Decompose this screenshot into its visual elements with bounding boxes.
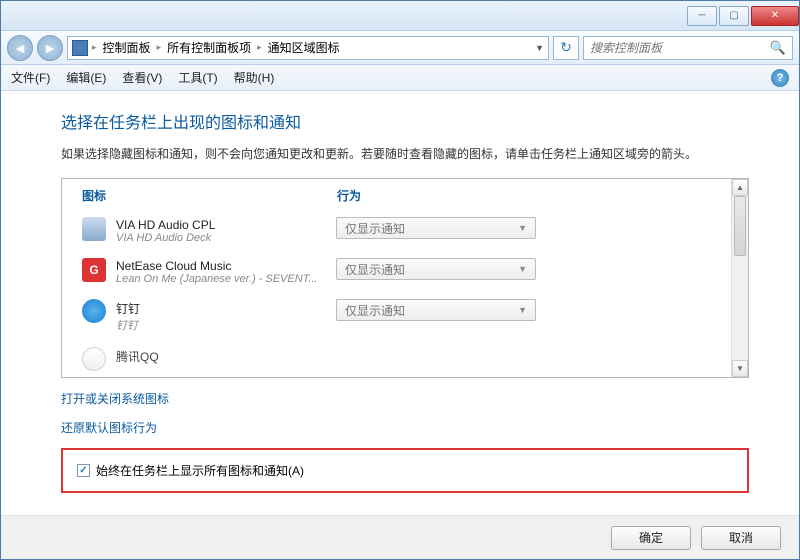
behavior-select[interactable]: 仅显示通知 ▼	[336, 217, 536, 239]
navbar: ◄ ► ▸ 控制面板 ▸ 所有控制面板项 ▸ 通知区域图标 ▼ ↻ 🔍	[1, 31, 799, 65]
behavior-cell: 仅显示通知 ▼	[336, 217, 728, 239]
scroll-down-button[interactable]: ▼	[732, 360, 748, 377]
behavior-cell: 仅显示通知 ▼	[336, 299, 728, 321]
item-text: NetEase Cloud Music Lean On Me (Japanese…	[116, 258, 336, 285]
list-item: 钉钉 钉钉 仅显示通知 ▼	[82, 292, 728, 340]
checkbox-always-show[interactable]: ✓	[77, 464, 90, 477]
item-name: 钉钉	[116, 300, 336, 317]
item-subtext: Lean On Me (Japanese ver.) - SEVENT...	[116, 273, 326, 285]
app-icon-qq	[82, 347, 106, 371]
item-name: VIA HD Audio CPL	[116, 218, 336, 232]
header-icon-column: 图标	[82, 187, 337, 204]
breadcrumb-item[interactable]: 控制面板	[101, 39, 153, 56]
chevron-right-icon: ▸	[157, 42, 162, 53]
item-name: 腾讯QQ	[116, 348, 336, 365]
control-panel-window: ─ ▢ ✕ ◄ ► ▸ 控制面板 ▸ 所有控制面板项 ▸ 通知区域图标 ▼ ↻ …	[0, 0, 800, 560]
behavior-select[interactable]: 仅显示通知 ▼	[336, 258, 536, 280]
list-item: G NetEase Cloud Music Lean On Me (Japane…	[82, 251, 728, 292]
list-item: VIA HD Audio CPL VIA HD Audio Deck 仅显示通知…	[82, 210, 728, 251]
close-button[interactable]: ✕	[751, 6, 799, 26]
item-subtext: VIA HD Audio Deck	[116, 232, 326, 244]
address-bar[interactable]: ▸ 控制面板 ▸ 所有控制面板项 ▸ 通知区域图标 ▼	[67, 36, 549, 60]
menu-edit[interactable]: 编辑(E)	[66, 69, 106, 86]
breadcrumb-item[interactable]: 所有控制面板项	[165, 39, 253, 56]
chevron-down-icon: ▼	[518, 223, 527, 233]
app-icon-via	[82, 217, 106, 241]
titlebar[interactable]: ─ ▢ ✕	[1, 1, 799, 31]
icon-list: 图标 行为 VIA HD Audio CPL VIA HD Audio Deck…	[61, 178, 749, 378]
menu-tools[interactable]: 工具(T)	[178, 69, 217, 86]
back-button[interactable]: ◄	[7, 35, 33, 61]
page-description: 如果选择隐藏图标和通知，则不会向您通知更改和更新。若要随时查看隐藏的图标，请单击…	[61, 145, 749, 164]
app-icon-dingtalk	[82, 299, 106, 323]
item-text: VIA HD Audio CPL VIA HD Audio Deck	[116, 217, 336, 244]
chevron-down-icon: ▼	[518, 264, 527, 274]
search-input[interactable]	[590, 41, 770, 55]
select-value: 仅显示通知	[345, 261, 405, 278]
ok-button[interactable]: 确定	[611, 526, 691, 550]
page-title: 选择在任务栏上出现的图标和通知	[61, 109, 749, 133]
help-icon[interactable]: ?	[771, 69, 789, 87]
minimize-button[interactable]: ─	[687, 6, 717, 26]
list-header: 图标 行为	[62, 179, 748, 210]
menu-file[interactable]: 文件(F)	[11, 69, 50, 86]
checkbox-row[interactable]: ✓ 始终在任务栏上显示所有图标和通知(A)	[77, 462, 733, 479]
chevron-down-icon: ▼	[518, 305, 527, 315]
list-item: 腾讯QQ	[82, 340, 728, 378]
checkbox-label: 始终在任务栏上显示所有图标和通知(A)	[96, 462, 304, 479]
header-behavior-column: 行为	[337, 187, 728, 204]
scroll-thumb[interactable]	[734, 196, 746, 256]
location-icon	[72, 40, 88, 56]
scroll-up-button[interactable]: ▲	[732, 179, 748, 196]
link-restore-defaults[interactable]: 还原默认图标行为	[61, 419, 749, 436]
app-icon-netease: G	[82, 258, 106, 282]
item-subtext: 钉钉	[116, 317, 326, 333]
item-text: 钉钉 钉钉	[116, 299, 336, 333]
list-body: VIA HD Audio CPL VIA HD Audio Deck 仅显示通知…	[62, 210, 748, 378]
maximize-button[interactable]: ▢	[719, 6, 749, 26]
search-box[interactable]: 🔍	[583, 36, 793, 60]
cancel-button[interactable]: 取消	[701, 526, 781, 550]
search-icon[interactable]: 🔍	[770, 40, 786, 56]
behavior-cell: 仅显示通知 ▼	[336, 258, 728, 280]
item-name: NetEase Cloud Music	[116, 259, 336, 273]
breadcrumb-item[interactable]: 通知区域图标	[266, 39, 342, 56]
refresh-button[interactable]: ↻	[553, 36, 579, 60]
menubar: 文件(F) 编辑(E) 查看(V) 工具(T) 帮助(H) ?	[1, 65, 799, 91]
footer: 确定 取消	[1, 515, 799, 559]
menu-help[interactable]: 帮助(H)	[234, 69, 275, 86]
chevron-right-icon: ▸	[257, 42, 262, 53]
forward-button[interactable]: ►	[37, 35, 63, 61]
select-value: 仅显示通知	[345, 220, 405, 237]
content-area: 选择在任务栏上出现的图标和通知 如果选择隐藏图标和通知，则不会向您通知更改和更新…	[1, 91, 799, 515]
highlighted-option: ✓ 始终在任务栏上显示所有图标和通知(A)	[61, 448, 749, 493]
address-dropdown-icon[interactable]: ▼	[535, 43, 544, 53]
window-controls: ─ ▢ ✕	[685, 6, 799, 26]
scrollbar[interactable]: ▲ ▼	[731, 179, 748, 377]
menu-view[interactable]: 查看(V)	[122, 69, 162, 86]
item-text: 腾讯QQ	[116, 347, 336, 365]
select-value: 仅显示通知	[345, 302, 405, 319]
behavior-select[interactable]: 仅显示通知 ▼	[336, 299, 536, 321]
chevron-right-icon: ▸	[92, 42, 97, 53]
link-system-icons[interactable]: 打开或关闭系统图标	[61, 390, 749, 407]
